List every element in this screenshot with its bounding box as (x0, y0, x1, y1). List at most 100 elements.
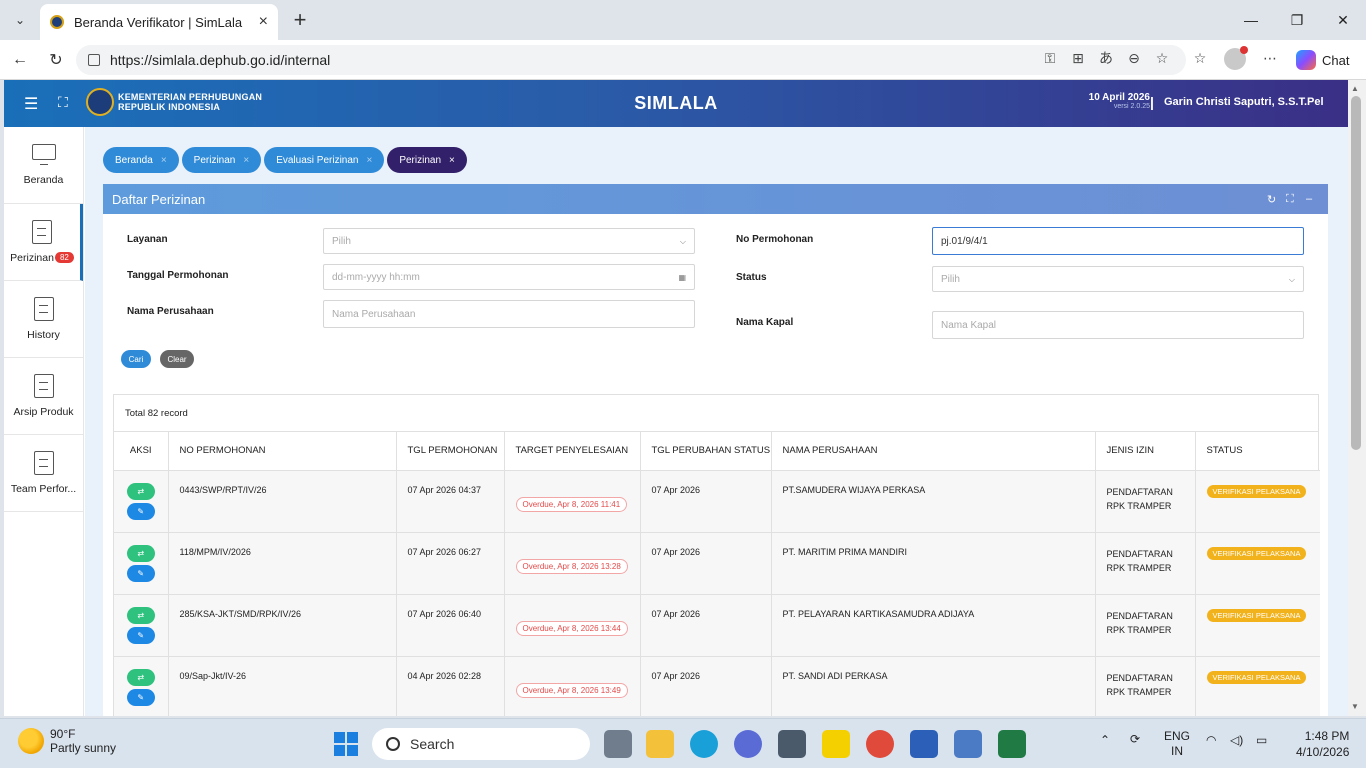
status-select[interactable]: Pilih ⌵ (932, 266, 1304, 292)
status-value: Pilih (941, 273, 960, 285)
camera-icon[interactable] (778, 730, 806, 758)
edge-browser-icon[interactable] (690, 730, 718, 758)
page-scrollbar[interactable]: ▲ ▼ (1348, 80, 1366, 716)
brand-logo: KEMENTERIAN PERHUBUNGAN REPUBLIK INDONES… (86, 88, 262, 116)
nama-kapal-input[interactable]: Nama Kapal (932, 311, 1304, 339)
reload-icon[interactable]: ↻ (44, 48, 68, 72)
copilot-chat-button[interactable]: Chat (1296, 48, 1349, 72)
back-arrow-icon[interactable]: ← (8, 48, 32, 72)
volume-icon[interactable]: ◁) (1230, 733, 1243, 747)
cell-tgl: 04 Apr 2026 02:28 (396, 656, 505, 716)
sidebar-item-label: Perizinan (10, 252, 54, 264)
edit-button[interactable]: ✎ (126, 564, 155, 582)
profile-avatar[interactable] (1224, 46, 1248, 70)
scrollbar-thumb[interactable] (1351, 96, 1361, 450)
process-button[interactable]: ⇄ (126, 544, 155, 562)
table-row: ⇄ ✎ 118/MPM/IV/2026 07 Apr 2026 06:27 Ove… (114, 532, 1320, 595)
edit-button[interactable]: ✎ (126, 626, 155, 644)
sidebar-item-arsip-produk[interactable]: Arsip Produk (4, 358, 83, 435)
nama-perusahaan-input[interactable]: Nama Perusahaan (323, 300, 695, 328)
breadcrumb-beranda[interactable]: Beranda × (103, 147, 179, 173)
process-button[interactable]: ⇄ (126, 482, 155, 500)
chrome-browser-icon[interactable] (866, 730, 894, 758)
wifi-icon[interactable]: ◠ (1206, 733, 1216, 747)
sidebar-item-label: History (27, 329, 60, 341)
excel-icon[interactable] (998, 730, 1026, 758)
expand-icon[interactable]: ⛶ (1286, 193, 1294, 206)
perusahaan-label: Nama Perusahaan (127, 306, 214, 317)
no-permohonan-input[interactable]: pj.01/9/4/1 (932, 227, 1304, 255)
edit-button[interactable]: ✎ (126, 502, 155, 520)
layanan-value: Pilih (332, 235, 351, 247)
process-button[interactable]: ⇄ (126, 606, 155, 624)
sync-icon[interactable]: ⟳ (1130, 732, 1140, 746)
show-hidden-icons-chevron-icon[interactable]: ⌃ (1100, 733, 1110, 747)
zoom-out-icon[interactable]: ⊖ (1124, 48, 1144, 68)
process-button[interactable]: ⇄ (126, 668, 155, 686)
window-close-icon[interactable]: ✕ (1320, 0, 1366, 40)
tanggal-input[interactable]: dd-mm-yyyy hh:mm ▦ (323, 264, 695, 290)
sidebar-item-history[interactable]: History (4, 281, 83, 358)
breadcrumb-current[interactable]: Perizinan × (387, 147, 467, 173)
word-icon[interactable] (910, 730, 938, 758)
apps-icon[interactable]: ⊞ (1068, 48, 1088, 68)
table-header-row: AKSI NO PERMOHONAN TGL PERMOHONAN TARGET… (114, 432, 1320, 471)
col-jenis-izin[interactable]: JENIS IZIN (1095, 432, 1196, 471)
new-tab-plus-icon[interactable]: + (288, 7, 312, 32)
taskbar-search[interactable]: Search (372, 728, 590, 760)
sidebar-item-perizinan[interactable]: Perizinan 82 (4, 204, 83, 281)
col-target[interactable]: TARGET PENYELESAIAN (504, 432, 641, 471)
calendar-icon[interactable]: ▦ (678, 273, 686, 282)
sidebar-item-beranda[interactable]: Beranda (4, 127, 83, 204)
tab-actions-chevron-icon[interactable]: ⌄ (6, 7, 34, 33)
weather-widget[interactable]: 90°F Partly sunny (18, 727, 116, 755)
clock-time: 1:48 PM (1304, 729, 1350, 743)
refresh-icon[interactable]: ↻ (1267, 193, 1276, 206)
file-explorer-icon[interactable] (646, 730, 674, 758)
scroll-up-icon[interactable]: ▲ (1351, 84, 1359, 93)
more-options-icon[interactable]: ⋯ (1260, 48, 1280, 68)
favorites-icon[interactable]: ☆ (1190, 48, 1210, 68)
app-icon[interactable] (734, 730, 762, 758)
tab-title: Beranda Verifikator | SimLala (74, 14, 243, 30)
calculator-icon[interactable] (954, 730, 982, 758)
favorite-star-icon[interactable]: ☆ (1152, 48, 1172, 68)
system-clock[interactable]: 1:48 PM 4/10/2026 (1296, 728, 1349, 760)
restore-icon[interactable]: ❐ (1274, 0, 1320, 40)
close-icon[interactable]: × (366, 155, 372, 166)
browser-tab[interactable]: Beranda Verifikator | SimLala × (40, 4, 278, 40)
breadcrumb-perizinan[interactable]: Perizinan × (181, 147, 262, 173)
clear-button[interactable]: Clear (160, 350, 194, 368)
language-indicator[interactable]: ENG IN (1164, 729, 1190, 759)
col-status[interactable]: STATUS (1195, 432, 1320, 471)
site-info-icon[interactable] (88, 54, 100, 66)
address-bar[interactable]: https://simlala.dephub.go.id/internal (76, 45, 1186, 75)
minimize-panel-icon[interactable]: – (1306, 193, 1312, 205)
edit-button[interactable]: ✎ (126, 688, 155, 706)
task-view-icon[interactable] (604, 730, 632, 758)
cell-no: 118/MPM/IV/2026 (168, 532, 397, 595)
col-tgl-permohonan[interactable]: TGL PERMOHONAN (396, 432, 505, 471)
col-nama-perusahaan[interactable]: NAMA PERUSAHAAN (771, 432, 1096, 471)
scroll-down-icon[interactable]: ▼ (1351, 702, 1359, 711)
close-tab-icon[interactable]: × (259, 13, 268, 31)
col-tgl-perubahan[interactable]: TGL PERUBAHAN STATUS (640, 432, 772, 471)
breadcrumb-evaluasi-perizinan[interactable]: Evaluasi Perizinan × (264, 147, 385, 173)
layanan-select[interactable]: Pilih ⌵ (323, 228, 695, 254)
hamburger-menu-icon[interactable]: ☰ (24, 94, 42, 113)
minimize-icon[interactable]: — (1228, 0, 1274, 40)
cari-button[interactable]: Cari (121, 350, 151, 368)
user-name[interactable]: Garin Christi Saputri, S.S.T.Pel (1164, 96, 1324, 108)
battery-icon[interactable]: ▭ (1256, 733, 1267, 747)
windows-start-icon[interactable] (334, 732, 358, 756)
sidebar-item-team-performance[interactable]: Team Perfor... (4, 435, 83, 512)
close-icon[interactable]: × (161, 155, 167, 166)
sticky-notes-icon[interactable] (822, 730, 850, 758)
key-icon[interactable]: ⚿ (1040, 48, 1060, 68)
fullscreen-icon[interactable]: ⛶ (58, 94, 76, 112)
partly-sunny-icon (18, 728, 44, 754)
translate-icon[interactable]: あ (1096, 48, 1116, 68)
close-icon[interactable]: × (449, 155, 455, 166)
col-no-permohonan[interactable]: NO PERMOHONAN (168, 432, 397, 471)
close-icon[interactable]: × (243, 155, 249, 166)
